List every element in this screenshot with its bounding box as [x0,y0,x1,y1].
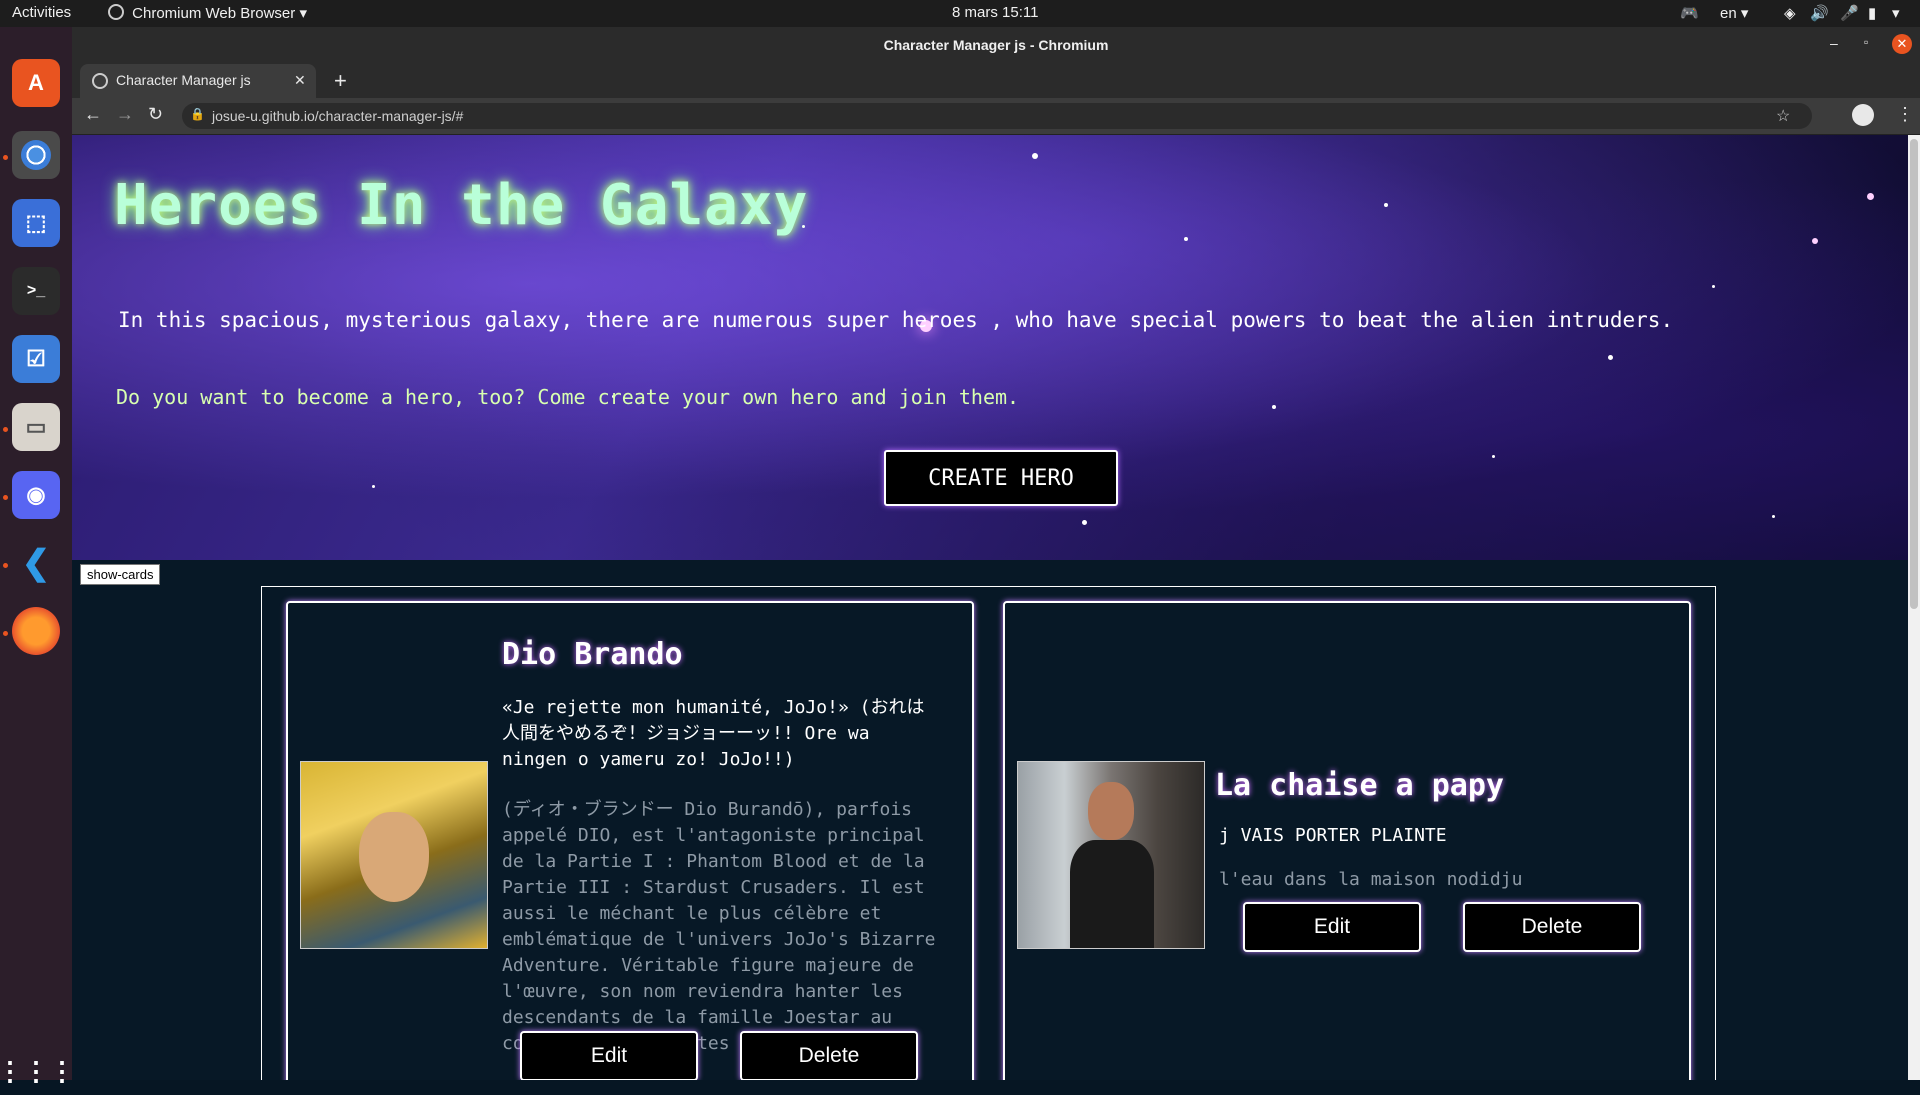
language-indicator[interactable]: en ▾ [1720,4,1748,22]
battery-icon[interactable]: ▮ [1868,4,1876,22]
edit-button[interactable]: Edit [520,1031,698,1080]
activities-button[interactable]: Activities [12,4,71,21]
tab-character-manager[interactable]: Character Manager js ✕ [80,64,316,98]
page-scrollbar[interactable] [1908,135,1920,1080]
chevron-down-icon: ▾ [1740,5,1749,22]
lock-icon: 🔒 [190,107,205,121]
hero-quote: «Je rejette mon humanité, JoJo!» (おれは人間を… [502,697,925,770]
running-indicator [3,563,8,568]
star [1867,193,1874,200]
cards-container: Dio Brando «Je rejette mon humanité, JoJ… [261,586,1716,1080]
wifi-icon[interactable]: ◈ [1784,4,1796,22]
star [372,485,375,488]
system-top-bar: Activities Chromium Web Browser ▾ 8 mars… [0,0,1920,27]
url-text: josue-u.github.io/character-manager-js/# [212,108,464,124]
omnibox[interactable]: 🔒 josue-u.github.io/character-manager-js… [182,103,1812,129]
face-shape [1088,782,1134,840]
star [1812,238,1818,244]
delete-button[interactable]: Delete [1463,902,1641,952]
hero-name: Dio Brando [502,637,683,672]
clock[interactable]: 8 mars 15:11 [952,4,1038,21]
hero-portrait [1017,761,1205,949]
maximize-icon[interactable]: ▫ [1864,35,1868,49]
menu-kebab-icon[interactable]: ⋮ [1896,104,1914,125]
running-indicator [3,155,8,160]
terminal-icon[interactable]: >_ [12,267,60,315]
minimize-icon[interactable]: – [1830,35,1838,51]
globe-icon [92,73,108,89]
show-cards-tooltip: show-cards [80,564,161,585]
running-indicator [3,427,8,432]
tab-close-icon[interactable]: ✕ [294,72,306,89]
microphone-icon[interactable]: 🎤 [1840,4,1859,22]
star [1272,405,1276,409]
web-page: Heroes In the Galaxy In this spacious, m… [72,135,1908,1080]
call-to-action-text: Do you want to become a hero, too? Come … [116,385,1020,409]
star [1184,237,1188,241]
running-indicator [3,495,8,500]
hero-description: l'eau dans la maison nodidju [1219,869,1523,890]
star [1384,203,1388,207]
app-menu[interactable]: Chromium Web Browser ▾ [108,4,307,22]
show-apps-icon[interactable]: ⋮⋮⋮ [0,1047,75,1095]
bookmark-star-icon[interactable]: ☆ [1776,106,1790,126]
star [1082,520,1087,525]
tab-label: Character Manager js [116,72,251,88]
window-titlebar: Character Manager js - Chromium – ▫ ✕ [72,27,1920,64]
firefox-icon[interactable] [12,607,60,655]
window-title: Character Manager js - Chromium [883,37,1109,53]
hero-quote: j VAIS PORTER PLAINTE [1219,825,1447,846]
address-toolbar: ← → ↻ 🔒 josue-u.github.io/character-mana… [72,98,1920,135]
new-tab-icon[interactable]: + [334,68,347,94]
vscode-icon[interactable]: ❮ [12,539,60,587]
discord-icon[interactable]: ◉ [12,471,60,519]
close-icon[interactable]: ✕ [1892,34,1912,54]
volume-icon[interactable]: 🔊 [1810,4,1829,22]
star [1608,355,1613,360]
reload-icon[interactable]: ↻ [148,104,163,125]
tasks-icon[interactable]: ☑ [12,335,60,383]
power-menu-icon[interactable]: ▾ [1892,4,1900,22]
files-icon[interactable]: ▭ [12,403,60,451]
scrollbar-thumb[interactable] [1910,139,1918,609]
forward-icon[interactable]: → [116,104,134,125]
app-menu-label: Chromium Web Browser [132,5,296,22]
chevron-down-icon: ▾ [299,5,307,22]
star [1772,515,1775,518]
star [1492,455,1495,458]
tab-strip: Character Manager js ✕ + [72,64,1920,98]
hero-card: La chaise a papy j VAIS PORTER PLAINTE l… [1003,601,1691,1080]
star [1032,153,1038,159]
page-title: Heroes In the Galaxy [114,173,809,238]
profile-icon[interactable] [1852,104,1874,126]
delete-button[interactable]: Delete [740,1031,918,1080]
face-shape [359,812,429,902]
language-label: en [1720,5,1737,22]
edit-button[interactable]: Edit [1243,902,1421,952]
chromium-small-icon [108,4,124,20]
running-indicator [3,631,8,636]
screenshot-icon[interactable]: ⬚ [12,199,60,247]
intro-text: In this spacious, mysterious galaxy, the… [118,308,1674,332]
ubuntu-dock: A ⬚ >_ ☑ ▭ ◉ ❮ ⋮⋮⋮ [0,27,75,1086]
create-hero-button[interactable]: CREATE HERO [884,450,1118,506]
hero-name: La chaise a papy [1215,768,1504,803]
star [1712,285,1715,288]
hero-card: Dio Brando «Je rejette mon humanité, JoJ… [286,601,974,1080]
software-center-icon[interactable]: A [12,59,60,107]
chromium-icon[interactable] [12,131,60,179]
hero-description: (ディオ・ブランドー Dio Burandō), parfois appelé … [502,799,936,1054]
back-icon[interactable]: ← [84,104,102,125]
hero-portrait [300,761,488,949]
hero-banner: Heroes In the Galaxy In this spacious, m… [72,135,1908,560]
discord-tray-icon[interactable]: 🎮 [1680,4,1699,22]
body-shape [1070,840,1154,948]
